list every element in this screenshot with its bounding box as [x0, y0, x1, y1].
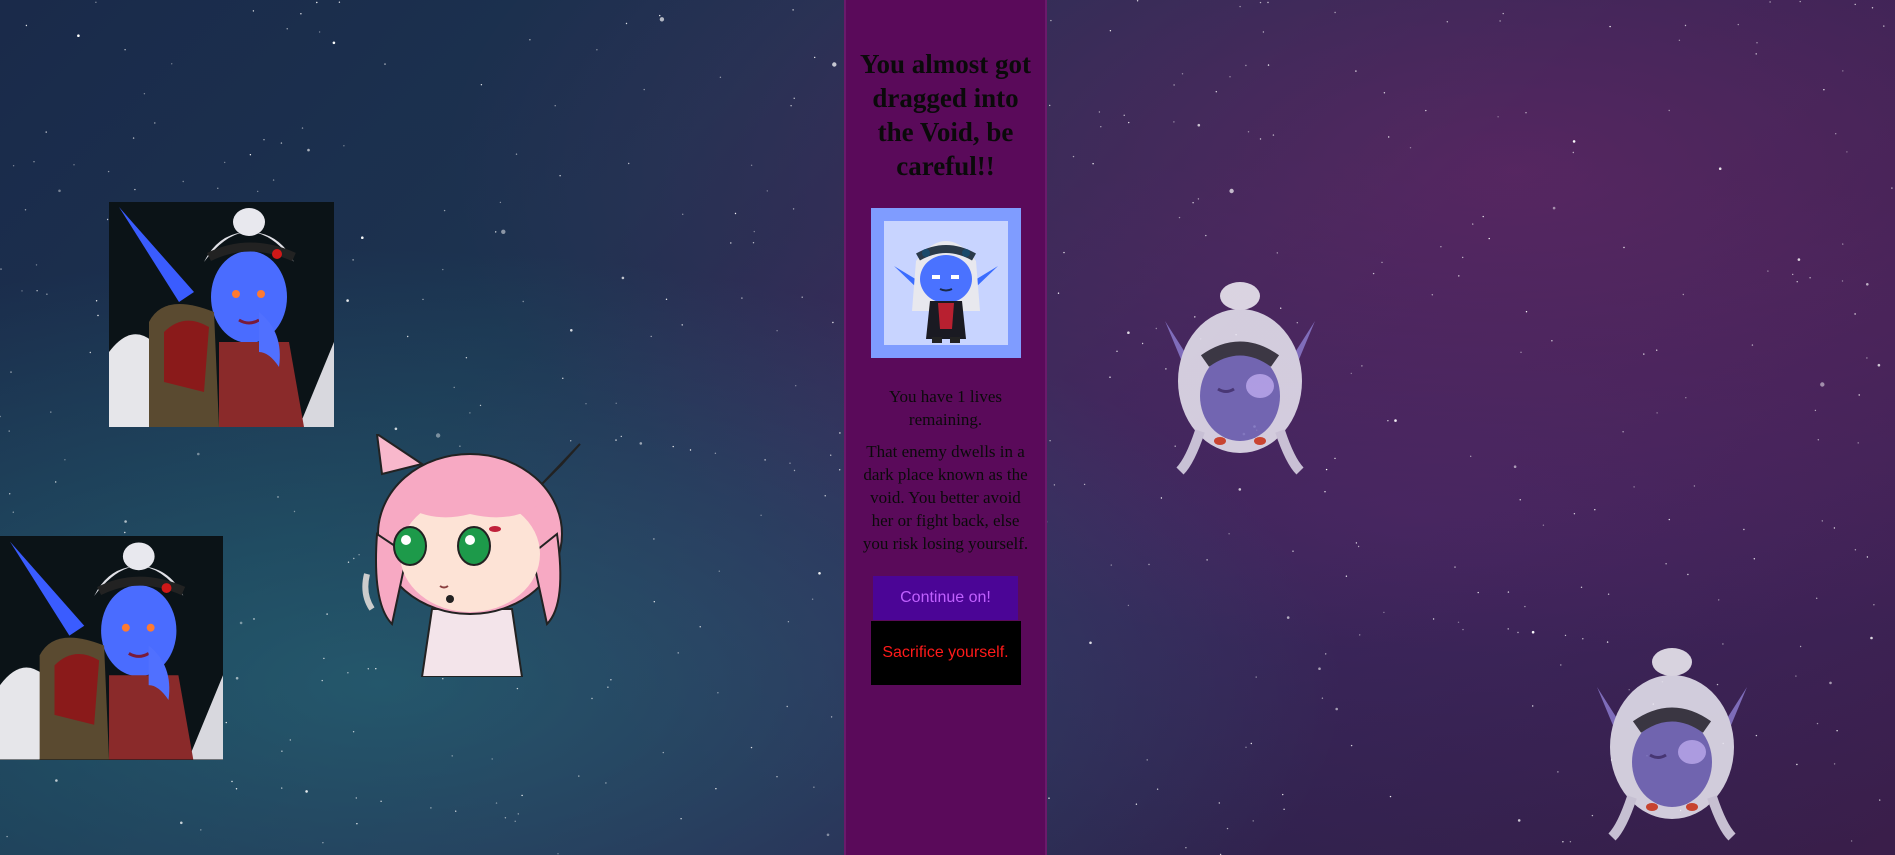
faded-void-elf-enemy[interactable]: [1592, 647, 1752, 847]
void-elf-portrait-enemy[interactable]: [0, 536, 223, 760]
faded-void-elf-icon: [1165, 282, 1315, 475]
faded-void-elf-icon: [1597, 648, 1747, 841]
void-elf-portrait-icon: [109, 202, 334, 427]
void-elf-portrait-icon: [0, 536, 223, 760]
sacrifice-button[interactable]: Sacrifice yourself.: [870, 621, 1021, 685]
void-elf-chibi-avatar-icon: [893, 241, 998, 343]
continue-button[interactable]: Continue on!: [873, 576, 1018, 620]
lives-remaining-text: You have 1 lives remaining.: [888, 387, 1003, 429]
dialog-title: You almost got dragged into the Void, be…: [859, 49, 1031, 181]
player-avatar-frame: [870, 208, 1021, 358]
faded-void-elf-enemy[interactable]: [1160, 281, 1320, 481]
pink-cat-girl-player[interactable]: [362, 431, 584, 678]
void-elf-portrait-enemy[interactable]: [109, 202, 334, 427]
story-text: That enemy dwells in a dark place known …: [862, 442, 1029, 553]
pink-cat-girl-icon: [362, 431, 581, 678]
player-avatar: [883, 221, 1008, 345]
game-over-dialog: You almost got dragged into the Void, be…: [844, 0, 1047, 855]
